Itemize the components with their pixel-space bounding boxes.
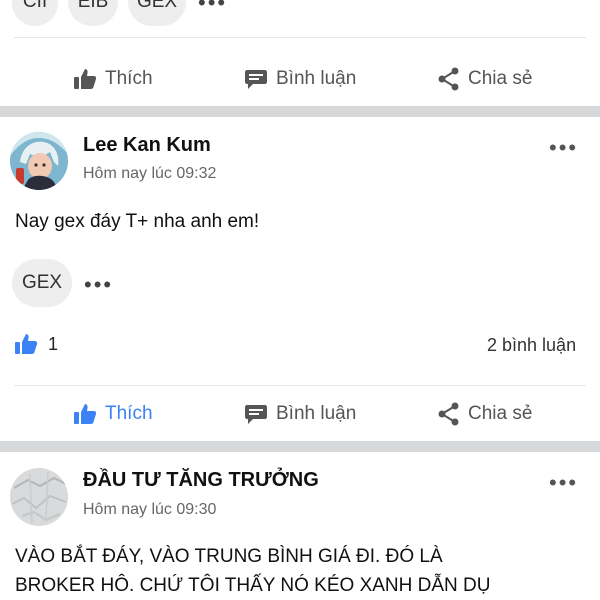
prev-post-action-bar: Thích Bình luận Chia sẻ	[0, 57, 600, 101]
post-text-line: BROKER HÔ. CHỨ TÔI THẤY NÓ KÉO XANH DẪN …	[15, 575, 491, 596]
post-text-line: VÀO BẮT ĐÁY, VÀO TRUNG BÌNH GIÁ ĐI. ĐÓ L…	[15, 546, 443, 567]
tag-chip[interactable]: GEX	[12, 259, 72, 307]
map-avatar-image	[10, 468, 68, 526]
avatar[interactable]	[10, 468, 68, 526]
more-tags-icon[interactable]: •••	[84, 274, 113, 296]
comment-icon	[245, 405, 267, 424]
author-name[interactable]: ĐẦU TƯ TĂNG TRƯỞNG	[83, 469, 319, 492]
like-label: Thích	[105, 68, 153, 89]
like-count[interactable]: 1	[14, 333, 58, 355]
prev-post-tags: CII EIB GEX •••	[0, 0, 600, 26]
tag-chip[interactable]: CII	[12, 0, 58, 26]
tag-chip[interactable]: EIB	[68, 0, 118, 26]
share-icon	[438, 402, 459, 426]
avatar[interactable]	[10, 132, 68, 190]
comment-count[interactable]: 2 bình luận	[487, 335, 576, 356]
comment-button[interactable]: Bình luận	[244, 57, 356, 101]
post-timestamp: Hôm nay lúc 09:32	[83, 165, 217, 182]
more-options-icon[interactable]: •••	[549, 137, 578, 159]
like-button[interactable]: Thích	[73, 57, 153, 101]
post-text: VÀO BẮT ĐÁY, VÀO TRUNG BÌNH GIÁ ĐI. ĐÓ L…	[15, 542, 585, 600]
more-options-icon[interactable]: •••	[549, 472, 578, 494]
author-name[interactable]: Lee Kan Kum	[83, 134, 211, 157]
share-button[interactable]: Chia sẻ	[438, 57, 532, 101]
post-text: Nay gex đáy T+ nha anh em!	[15, 211, 260, 232]
comment-icon	[245, 70, 267, 89]
like-count-value: 1	[48, 333, 59, 354]
thumbs-up-icon	[74, 404, 97, 424]
comment-button[interactable]: Bình luận	[244, 392, 356, 436]
post-separator	[0, 106, 600, 117]
comment-label: Bình luận	[276, 68, 357, 89]
post-timestamp: Hôm nay lúc 09:30	[83, 501, 217, 518]
share-button[interactable]: Chia sẻ	[438, 392, 532, 436]
divider	[14, 37, 586, 38]
share-icon	[438, 67, 459, 91]
thumbs-up-icon	[15, 334, 38, 354]
like-label: Thích	[105, 403, 153, 424]
post1-action-bar: Thích Bình luận Chia sẻ	[0, 392, 600, 436]
divider	[14, 385, 586, 386]
more-tags-icon[interactable]: •••	[198, 0, 227, 14]
tag-chip[interactable]: GEX	[128, 0, 186, 26]
post-separator	[0, 441, 600, 452]
anime-avatar-image	[10, 132, 68, 190]
share-label: Chia sẻ	[468, 68, 533, 89]
comment-label: Bình luận	[276, 403, 357, 424]
share-label: Chia sẻ	[468, 403, 533, 424]
like-button[interactable]: Thích	[73, 392, 153, 436]
thumbs-up-icon	[74, 69, 97, 89]
